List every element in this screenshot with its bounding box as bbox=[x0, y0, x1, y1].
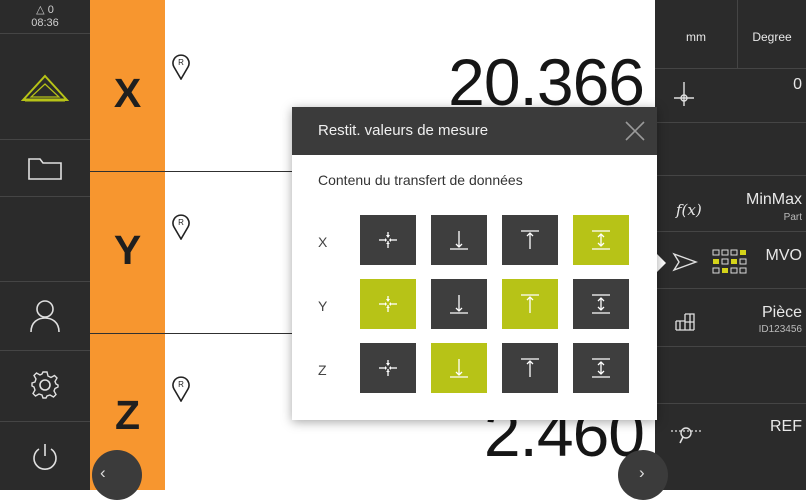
x-range-toggle[interactable] bbox=[573, 215, 629, 265]
close-icon bbox=[625, 121, 645, 141]
expand-left-button[interactable]: ‹ bbox=[92, 450, 142, 500]
min-value-icon bbox=[450, 295, 468, 314]
gear-icon bbox=[31, 371, 59, 399]
max-value-icon bbox=[521, 358, 539, 377]
axis-y-label[interactable]: Y bbox=[90, 227, 165, 274]
folder-icon bbox=[28, 157, 62, 180]
row-label-y: Y bbox=[318, 298, 328, 314]
preset-crosshair-icon bbox=[672, 80, 696, 108]
warning-triangle-icon: △ bbox=[36, 4, 45, 16]
close-button[interactable] bbox=[623, 119, 647, 143]
user-icon bbox=[30, 300, 60, 333]
range-icon bbox=[592, 358, 610, 378]
measure-triangle-icon bbox=[21, 74, 69, 102]
x-actual-position-toggle[interactable] bbox=[360, 215, 416, 265]
x-min-value-toggle[interactable] bbox=[431, 215, 487, 265]
y-actual-position-toggle[interactable] bbox=[360, 279, 416, 329]
actual-position-icon bbox=[379, 232, 397, 248]
dialog-pointer bbox=[657, 254, 666, 272]
function-icon: f(x) bbox=[676, 201, 702, 219]
y-min-value-toggle[interactable] bbox=[431, 279, 487, 329]
expand-right-button[interactable]: › bbox=[618, 450, 668, 500]
row-label-z: Z bbox=[318, 362, 327, 378]
dialog-header: Restit. valeurs de mesure bbox=[292, 107, 657, 155]
min-value-icon bbox=[450, 231, 468, 250]
max-value-icon bbox=[521, 294, 539, 313]
z-actual-position-toggle[interactable] bbox=[360, 343, 416, 393]
quick-access-panel bbox=[655, 0, 806, 490]
power-button[interactable] bbox=[0, 432, 90, 482]
file-management-button[interactable] bbox=[0, 140, 90, 195]
measured-values-output-dialog: Restit. valeurs de mesure Contenu du tra… bbox=[292, 107, 657, 420]
minmax-button[interactable]: MinMax bbox=[746, 191, 802, 209]
axis-x-label[interactable]: X bbox=[90, 70, 165, 117]
z-max-value-toggle[interactable] bbox=[502, 343, 558, 393]
piece-id: ID123456 bbox=[758, 324, 802, 335]
max-value-icon bbox=[521, 230, 539, 249]
measure-menu-button[interactable] bbox=[0, 58, 90, 118]
piece-button[interactable]: Pièce bbox=[762, 304, 802, 322]
mvo-button[interactable]: MVO bbox=[766, 247, 802, 265]
axis-z-label[interactable]: Z bbox=[90, 392, 165, 439]
reference-mark-pin-icon: R bbox=[171, 52, 191, 81]
x-max-value-toggle[interactable] bbox=[502, 215, 558, 265]
send-icon bbox=[672, 252, 699, 272]
reference-mark-pin-icon: R bbox=[171, 212, 191, 241]
row-label-x: X bbox=[318, 234, 328, 250]
data-grid-icon bbox=[712, 249, 750, 275]
y-range-toggle[interactable] bbox=[573, 279, 629, 329]
z-min-value-toggle[interactable] bbox=[431, 343, 487, 393]
minmax-sublabel: Part bbox=[783, 212, 802, 223]
power-icon bbox=[33, 444, 57, 470]
dialog-title: Restit. valeurs de mesure bbox=[318, 122, 489, 139]
chevron-right-icon: › bbox=[639, 463, 645, 482]
unit-length-button[interactable]: mm bbox=[655, 30, 737, 44]
range-icon bbox=[592, 294, 610, 314]
preset-value[interactable]: 0 bbox=[793, 76, 802, 94]
min-value-icon bbox=[450, 359, 468, 378]
svg-text:R: R bbox=[178, 380, 184, 389]
user-login-button[interactable] bbox=[0, 290, 90, 342]
unit-angle-button[interactable]: Degree bbox=[738, 30, 806, 44]
range-icon bbox=[592, 230, 610, 250]
actual-position-icon bbox=[379, 360, 397, 376]
svg-text:R: R bbox=[178, 58, 184, 67]
reference-mark-pin-icon: R bbox=[171, 374, 191, 403]
ref-button[interactable]: REF bbox=[770, 418, 802, 436]
reference-search-icon bbox=[670, 426, 702, 444]
z-range-toggle[interactable] bbox=[573, 343, 629, 393]
warning-status[interactable]: △ 0 bbox=[0, 3, 90, 16]
workpiece-grid-icon bbox=[673, 310, 697, 334]
dialog-subtitle: Contenu du transfert de données bbox=[318, 172, 523, 188]
svg-text:R: R bbox=[178, 218, 184, 227]
y-max-value-toggle[interactable] bbox=[502, 279, 558, 329]
chevron-left-icon: ‹ bbox=[100, 463, 106, 482]
settings-button[interactable] bbox=[0, 360, 90, 410]
clock: 08:36 bbox=[31, 17, 59, 29]
warning-count: 0 bbox=[47, 4, 54, 16]
actual-position-icon bbox=[379, 296, 397, 312]
